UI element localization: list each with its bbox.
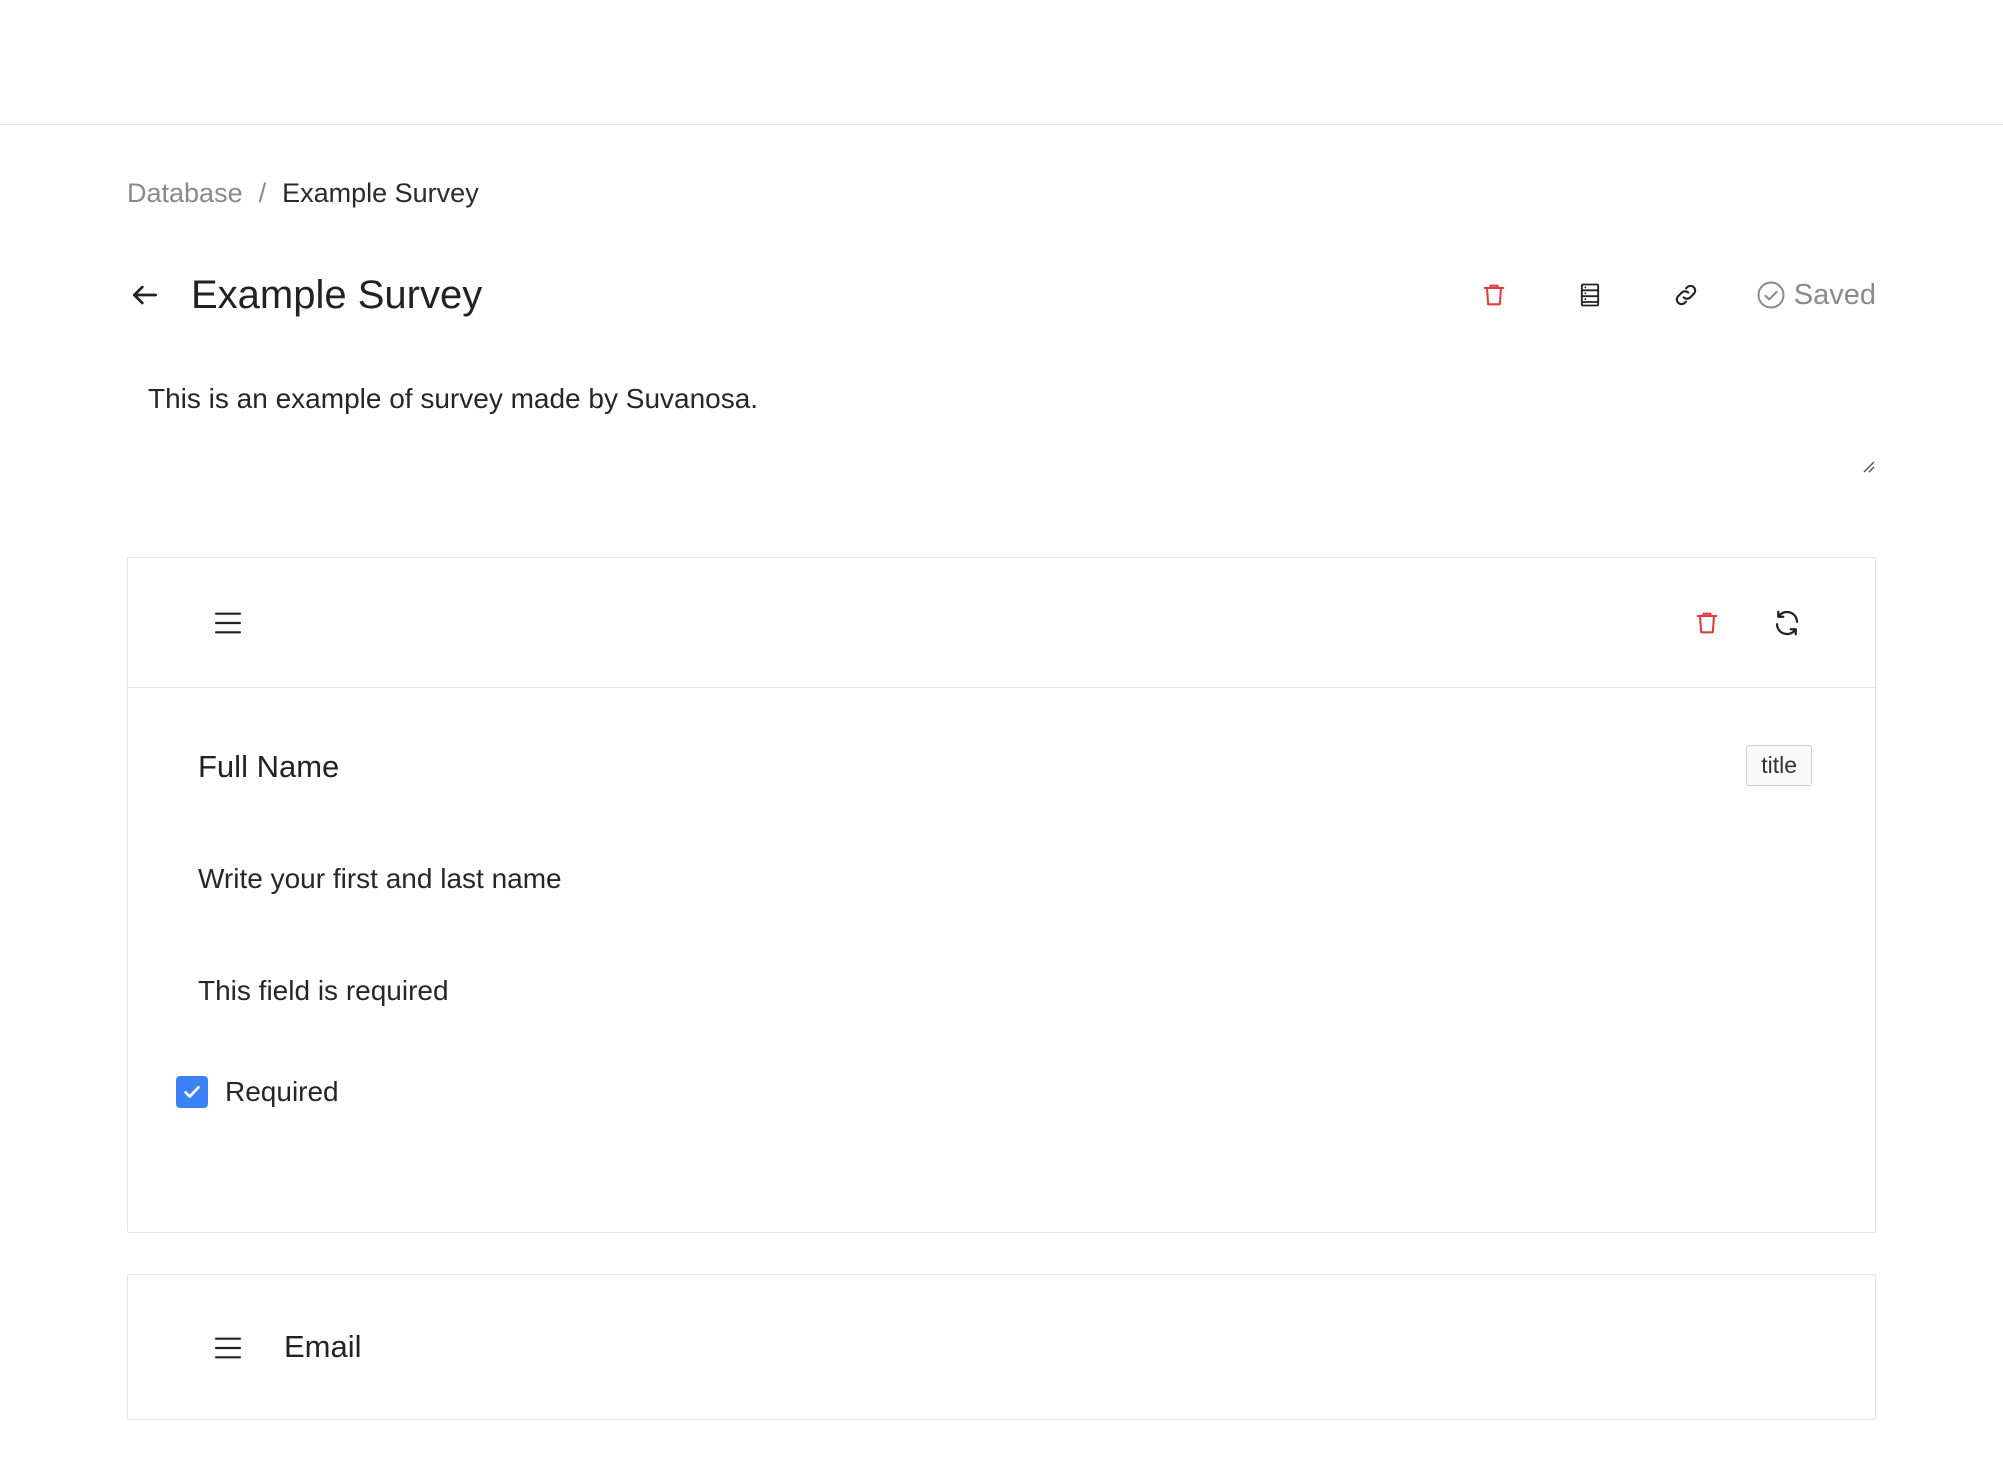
question-error-input[interactable]: This field is required	[198, 975, 449, 1007]
question-card: Full Name title Write your first and las…	[127, 557, 1876, 1233]
required-toggle[interactable]: Required	[176, 1076, 339, 1108]
question-actions	[1689, 605, 1805, 641]
question-type-badge: title	[1746, 745, 1812, 786]
trash-icon	[1483, 284, 1505, 306]
delete-question-button[interactable]	[1689, 605, 1725, 641]
back-button[interactable]	[127, 277, 163, 313]
link-icon	[1675, 284, 1696, 306]
change-type-button[interactable]	[1769, 605, 1805, 641]
responses-button[interactable]	[1572, 277, 1608, 313]
question-title: Email	[284, 1329, 362, 1364]
check-circle-icon	[1757, 281, 1785, 309]
copy-link-button[interactable]	[1668, 277, 1704, 313]
trash-icon	[1696, 612, 1718, 634]
top-bar	[0, 0, 2003, 125]
delete-survey-button[interactable]	[1476, 277, 1512, 313]
breadcrumb: Database / Example Survey	[127, 178, 479, 209]
required-checkbox[interactable]	[176, 1076, 208, 1108]
page-header: Example Survey Saved	[127, 265, 1876, 325]
breadcrumb-separator: /	[258, 178, 267, 208]
resize-handle-icon[interactable]	[1860, 458, 1876, 474]
question-title-input[interactable]: Full Name	[198, 749, 339, 785]
menu-icon	[214, 612, 242, 634]
header-actions: Saved	[1476, 277, 1876, 313]
list-icon	[1580, 283, 1599, 307]
menu-icon	[214, 1337, 242, 1359]
page-title: Example Survey	[191, 272, 483, 317]
refresh-icon	[1775, 610, 1799, 636]
drag-handle[interactable]	[210, 605, 246, 641]
check-icon	[184, 1086, 200, 1098]
save-status-label: Saved	[1793, 278, 1876, 311]
drag-handle[interactable]	[210, 1330, 246, 1366]
arrow-left-icon	[133, 285, 157, 305]
question-card[interactable]: Email	[127, 1274, 1876, 1420]
save-status: Saved	[1756, 279, 1876, 312]
question-help-input[interactable]: Write your first and last name	[198, 863, 562, 895]
breadcrumb-current: Example Survey	[282, 178, 479, 208]
required-label: Required	[225, 1076, 339, 1107]
question-card-header	[128, 558, 1875, 688]
breadcrumb-database-link[interactable]: Database	[127, 178, 243, 209]
